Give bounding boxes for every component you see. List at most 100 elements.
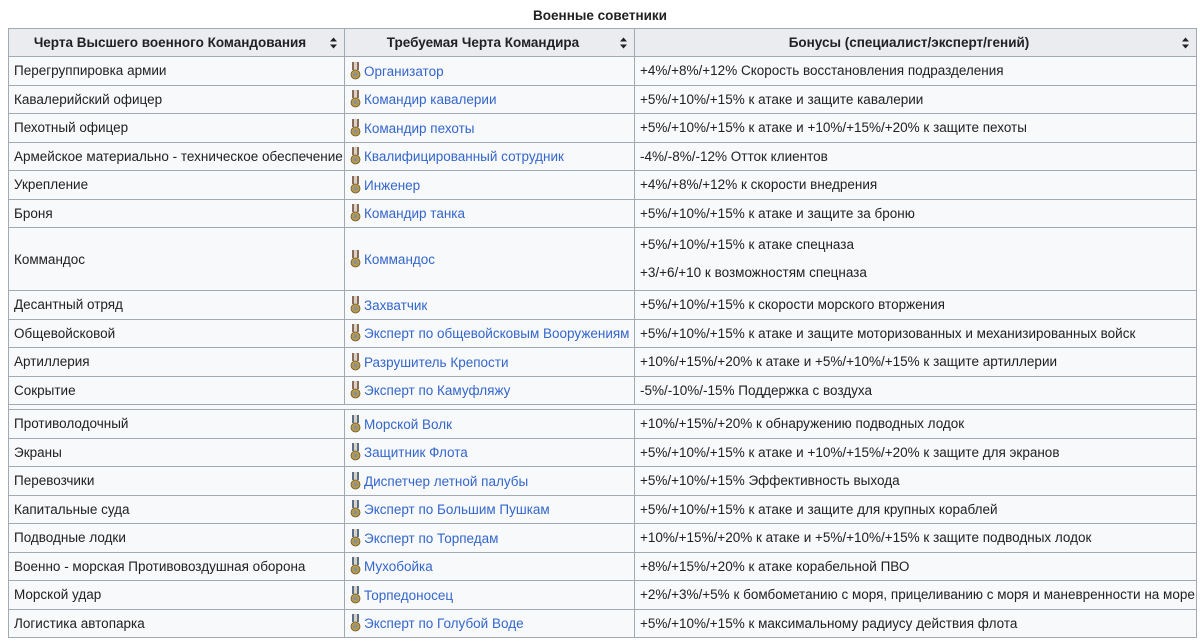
commander-trait-link[interactable]: Эксперт по Торпедам bbox=[364, 531, 498, 546]
trait-cell: Капитальные суда bbox=[8, 494, 345, 524]
trait-cell: Пехотный офицер bbox=[8, 113, 345, 143]
commander-trait-link[interactable]: Эксперт по Голубой Воде bbox=[364, 616, 524, 631]
trait-cell: Морской удар bbox=[8, 580, 345, 610]
medal-icon bbox=[350, 557, 361, 575]
commander-trait-link[interactable]: Эксперт по Большим Пушкам bbox=[364, 502, 550, 517]
commander-trait-link[interactable]: Морской Волк bbox=[364, 417, 452, 432]
bonus-line: +5%/+10%/+15% к атаке спецназа bbox=[640, 237, 854, 252]
commander-trait-link[interactable]: Командир пехоты bbox=[364, 121, 475, 136]
table-row: Логистика автопарка Эксперт по Голубой Во… bbox=[8, 608, 1197, 638]
commander-cell: Торпедоносец bbox=[344, 580, 635, 610]
commander-trait-link[interactable]: Эксперт по общевойсковым Вооружениям bbox=[364, 326, 629, 341]
bonus-cell: +4%/+8%/+12% Скорость восстановления под… bbox=[634, 56, 1197, 86]
table-row: Перегруппировка армии Организатор +4%/+8%/… bbox=[8, 56, 1197, 86]
medal-icon bbox=[350, 250, 361, 268]
bonus-text: +5%/+10%/+15% к атаке и защите за броню bbox=[640, 205, 915, 221]
bonus-text: +5%/+10%/+15% к атаке и защите моторизов… bbox=[640, 325, 1136, 341]
bonus-cell: +5%/+10%/+15% к атаке и защите для крупн… bbox=[634, 494, 1197, 524]
commander-cell: Командир пехоты bbox=[344, 113, 635, 143]
commander-cell: Разрушитель Крепости bbox=[344, 347, 635, 377]
column-header-label: Черта Высшего военного Командования bbox=[33, 35, 307, 50]
commander-cell: Организатор bbox=[344, 56, 635, 86]
sort-arrows-icon[interactable] bbox=[620, 37, 627, 48]
commander-trait-link[interactable]: Разрушитель Крепости bbox=[364, 355, 509, 370]
bonus-text: +10%/+15%/+20% к обнаружению подводных л… bbox=[640, 416, 965, 432]
bonus-text: +10%/+15%/+20% к атаке и +5%/+10%/+15% к… bbox=[640, 530, 1092, 546]
table-row: Противолодочный Морской Волк +10%/+15%/+20… bbox=[8, 409, 1197, 439]
table-row: Коммандос Коммандос +5%/+10%/+15% к атаке … bbox=[8, 227, 1197, 291]
table-row: Десантный отряд Захватчик +5%/+10%/+15% к … bbox=[8, 290, 1197, 320]
commander-cell: Захватчик bbox=[344, 290, 635, 320]
bonus-text: +8%/+15%/+20% к атаке корабельной ПВО bbox=[640, 558, 910, 574]
trait-cell: Перегруппировка армии bbox=[8, 56, 345, 86]
commander-trait-link[interactable]: Инженер bbox=[364, 178, 420, 193]
bonus-cell: +10%/+15%/+20% к обнаружению подводных л… bbox=[634, 409, 1197, 439]
bonus-text: +4%/+8%/+12% Скорость восстановления под… bbox=[640, 63, 1004, 79]
bonus-cell: +10%/+15%/+20% к атаке и +5%/+10%/+15% к… bbox=[634, 523, 1197, 553]
trait-cell: Десантный отряд bbox=[8, 290, 345, 320]
commander-cell: Мухобойка bbox=[344, 551, 635, 581]
medal-icon bbox=[350, 443, 361, 461]
medal-icon bbox=[350, 528, 361, 547]
commander-cell: Командир кавалерии bbox=[344, 84, 635, 114]
commander-cell: Эксперт по Большим Пушкам bbox=[344, 494, 635, 524]
trait-cell: Противолодочный bbox=[8, 409, 345, 439]
bonus-text: -4%/-8%/-12% Отток клиентов bbox=[640, 148, 828, 164]
bonus-text: +2%/+3%/+5% к бомбометанию с моря, прице… bbox=[640, 587, 1195, 603]
bonus-text: +5%/+10%/+15% Эффективность выхода bbox=[640, 473, 900, 489]
bonus-cell: +5%/+10%/+15% к атаке и защите моторизов… bbox=[634, 318, 1197, 348]
commander-trait-link[interactable]: Защитник Флота bbox=[364, 445, 468, 460]
header-row: Черта Высшего военного Командования Треб… bbox=[8, 28, 1197, 57]
bonus-text: +5%/+10%/+15% к максимальному радиусу де… bbox=[640, 615, 1018, 631]
medal-icon bbox=[350, 614, 361, 632]
trait-cell: Коммандос bbox=[8, 227, 345, 291]
medal-icon bbox=[350, 585, 361, 604]
column-header-label: Требуемая Черта Командира bbox=[386, 35, 580, 50]
trait-cell: Кавалерийский офицер bbox=[8, 84, 345, 114]
commander-trait-link[interactable]: Эксперт по Камуфляжу bbox=[364, 383, 510, 398]
bonus-cell: +5%/+10%/+15% к атаке и +10%/+15%/+20% к… bbox=[634, 437, 1197, 467]
commander-trait-link[interactable]: Квалифицированный сотрудник bbox=[364, 149, 564, 164]
commander-cell: Морской Волк bbox=[344, 409, 635, 439]
column-header-trait[interactable]: Черта Высшего военного Командования bbox=[8, 28, 345, 57]
medal-icon bbox=[350, 118, 361, 137]
table-row: Перевозчики Диспетчер летной палубы +5%/+1… bbox=[8, 466, 1197, 496]
bonus-cell: +8%/+15%/+20% к атаке корабельной ПВО bbox=[634, 551, 1197, 581]
commander-trait-link[interactable]: Торпедоносец bbox=[364, 588, 453, 603]
bonus-line: +3/+6/+10 к возможностям спецназа bbox=[640, 265, 867, 280]
medal-icon bbox=[350, 204, 361, 222]
commander-trait-link[interactable]: Командир кавалерии bbox=[364, 92, 497, 107]
commander-trait-link[interactable]: Захватчик bbox=[364, 298, 427, 313]
medal-icon bbox=[350, 90, 361, 108]
trait-cell: Перевозчики bbox=[8, 466, 345, 496]
sort-arrows-icon[interactable] bbox=[1182, 37, 1189, 48]
sort-arrows-icon[interactable] bbox=[330, 37, 337, 48]
commander-cell: Диспетчер летной палубы bbox=[344, 466, 635, 496]
bonus-text: +10%/+15%/+20% к атаке и +5%/+10%/+15% к… bbox=[640, 354, 1058, 370]
table-row: Пехотный офицер Командир пехоты +5%/+10%/+… bbox=[8, 113, 1197, 143]
commander-trait-link[interactable]: Диспетчер летной палубы bbox=[364, 474, 528, 489]
table-body: Перегруппировка армии Организатор +4%/+8%/… bbox=[8, 56, 1197, 638]
medal-icon bbox=[350, 381, 361, 399]
bonus-text: +4%/+8%/+12% к скорости внедрения bbox=[640, 177, 878, 193]
bonus-cell: +5%/+10%/+15% к максимальному радиусу де… bbox=[634, 608, 1197, 638]
bonus-cell: +2%/+3%/+5% к бомбометанию с моря, прице… bbox=[634, 580, 1197, 610]
table-row: Военно - морская Противовоздушная оборон… bbox=[8, 551, 1197, 581]
table-row: Армейское материально - техническое обес… bbox=[8, 141, 1197, 171]
bonus-text: +5%/+10%/+15% к атаке и защите кавалерии bbox=[640, 91, 924, 107]
commander-trait-link[interactable]: Мухобойка bbox=[364, 559, 433, 574]
commander-trait-link[interactable]: Командир танка bbox=[364, 206, 465, 221]
bonus-text: +5%/+10%/+15% к скорости морского вторже… bbox=[640, 297, 945, 313]
medal-icon bbox=[350, 352, 361, 371]
commander-trait-link[interactable]: Коммандос bbox=[364, 252, 435, 267]
commander-trait-link[interactable]: Организатор bbox=[364, 64, 444, 79]
commander-cell: Инженер bbox=[344, 170, 635, 200]
trait-cell: Общевойсковой bbox=[8, 318, 345, 348]
trait-cell: Броня bbox=[8, 198, 345, 228]
bonus-text: +5%/+10%/+15% к атаке и +10%/+15%/+20% к… bbox=[640, 444, 1060, 460]
medal-icon bbox=[350, 500, 361, 518]
trait-cell: Военно - морская Противовоздушная оборон… bbox=[8, 551, 345, 581]
column-header-commander[interactable]: Требуемая Черта Командира bbox=[344, 28, 635, 57]
column-header-bonus[interactable]: Бонусы (специалист/эксперт/гений) bbox=[634, 28, 1197, 57]
bonus-cell: +4%/+8%/+12% к скорости внедрения bbox=[634, 170, 1197, 200]
